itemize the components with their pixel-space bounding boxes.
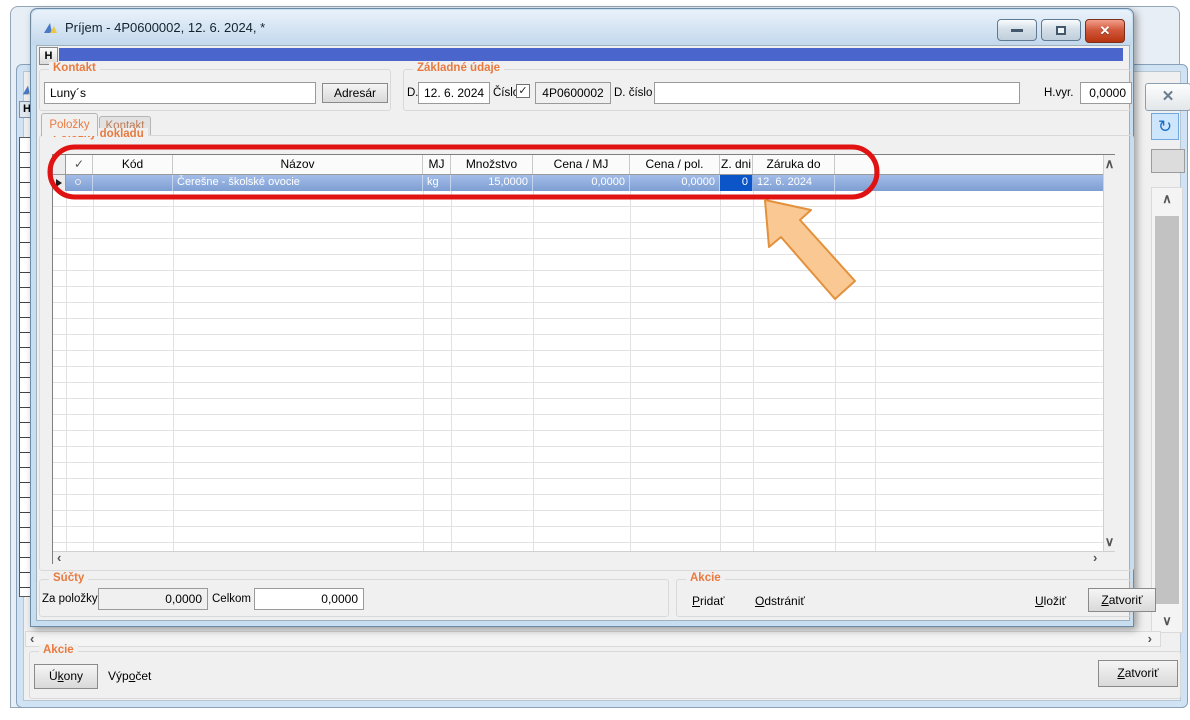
scroll-up-icon[interactable]: ∧ xyxy=(1152,192,1182,206)
cislo-checkbox[interactable]: ✓ xyxy=(516,84,530,98)
toolbar-strip xyxy=(59,48,1123,61)
header-z-dni[interactable]: Z. dni xyxy=(720,155,753,174)
scroll-down-icon[interactable]: ∨ xyxy=(1104,535,1115,549)
window-controls: ✕ xyxy=(997,19,1125,43)
celkom-label: Celkom xyxy=(212,593,251,605)
cell-cena-mj[interactable]: 0,0000 xyxy=(533,175,630,191)
cell-mnozstvo[interactable]: 15,0000 xyxy=(451,175,533,191)
sucty-group: Súčty Za položky Celkom xyxy=(39,579,669,617)
date-input[interactable] xyxy=(418,82,490,104)
group-label: Súčty xyxy=(49,572,88,584)
adresar-button[interactable]: Adresár xyxy=(322,83,388,103)
background-vertical-scrollbar[interactable]: ∧ ∨ xyxy=(1151,187,1183,633)
title-bar: Príjem - 4P0600002, 12. 6. 2024, * xyxy=(32,10,1132,45)
group-label: Akcie xyxy=(686,572,725,584)
background-horizontal-scrollbar[interactable]: ‹ › xyxy=(25,631,1161,647)
cell-mj[interactable]: kg xyxy=(423,175,451,191)
zakladne-udaje-group: Základné údaje D. Číslo ✓ D. číslo H.vyr… xyxy=(403,69,1131,111)
hvyr-label: H.vyr. xyxy=(1044,87,1073,99)
ulozit-button[interactable]: Uložiť xyxy=(1035,594,1066,608)
ukony-button[interactable]: Úkony xyxy=(34,664,98,689)
hvyr-input[interactable] xyxy=(1080,82,1132,104)
background-zatvorit-button[interactable]: Zatvoriť xyxy=(1098,660,1178,687)
background-close-icon[interactable]: ✕ xyxy=(1145,83,1190,111)
scroll-right-icon[interactable]: › xyxy=(1093,551,1097,565)
dialog-icon xyxy=(42,20,58,36)
empty-rows-area xyxy=(53,191,1103,551)
vypocet-button[interactable]: Výpočet xyxy=(108,669,151,683)
kontakt-group: Kontakt Adresár xyxy=(39,69,391,111)
scroll-down-icon[interactable]: ∨ xyxy=(1152,614,1182,628)
background-akcie-group: Akcie Úkony Výpočet Zatvoriť xyxy=(29,651,1181,699)
header-indicator xyxy=(53,155,66,174)
table-row[interactable]: Čerešne - školské ovocie kg 15,0000 0,00… xyxy=(53,175,1103,191)
minimize-button[interactable] xyxy=(997,19,1037,41)
celkom-input[interactable] xyxy=(254,588,364,610)
header-cena-pol[interactable]: Cena / pol. xyxy=(630,155,720,174)
header-cena-mj[interactable]: Cena / MJ xyxy=(533,155,630,174)
table-horizontal-scrollbar[interactable]: ‹ › xyxy=(53,551,1115,564)
close-button[interactable]: ✕ xyxy=(1085,19,1125,43)
maximize-button[interactable] xyxy=(1041,19,1081,41)
pridat-button[interactable]: Pridať xyxy=(692,594,725,608)
scroll-up-icon[interactable]: ∧ xyxy=(1104,157,1115,171)
header-kod[interactable]: Kód xyxy=(93,155,173,174)
close-icon: ✕ xyxy=(1100,23,1111,39)
za-polozky-label: Za položky xyxy=(42,593,98,605)
header-nazov[interactable]: Názov xyxy=(173,155,423,174)
d-cislo-input[interactable] xyxy=(654,82,1020,104)
cell-cena-pol[interactable]: 0,0000 xyxy=(630,175,720,191)
header-extra xyxy=(835,155,875,174)
header-zaruka-do[interactable]: Záruka do xyxy=(753,155,835,174)
header-mj[interactable]: MJ xyxy=(423,155,451,174)
akcie-group: Akcie Pridať Odstrániť Uložiť Zatvoriť xyxy=(676,579,1131,617)
scroll-left-icon[interactable]: ‹ xyxy=(57,551,61,565)
group-label: Akcie xyxy=(39,644,78,656)
cislo-input[interactable] xyxy=(535,82,611,104)
tab-polozky[interactable]: Položky xyxy=(41,113,98,136)
table-header-row: ✓ Kód Názov MJ Množstvo Cena / MJ Cena /… xyxy=(53,155,1103,175)
d-cislo-label: D. číslo xyxy=(614,87,652,99)
refresh-icon[interactable]: ↻ xyxy=(1151,113,1179,140)
cell-z-dni-selected[interactable]: 0 xyxy=(720,175,753,191)
table-vertical-scrollbar[interactable]: ∧ ∨ xyxy=(1103,155,1115,551)
scrollbar-thumb[interactable] xyxy=(1155,216,1179,604)
cell-zaruka-do[interactable]: 12. 6. 2024 xyxy=(753,175,835,191)
kontakt-input[interactable] xyxy=(44,82,316,104)
screenshot-root: H ✕ ↻ ∧ ∨ ‹ › Akcie Úkony Výpočet Zatvor… xyxy=(0,0,1190,720)
cell-nazov[interactable]: Čerešne - školské ovocie xyxy=(173,175,423,191)
zatvorit-button[interactable]: Zatvoriť xyxy=(1088,588,1156,612)
cell-kod[interactable] xyxy=(93,175,173,191)
polozky-dokladu-group: Položky dokladu ✓ Kód Názov MJ Množstvo … xyxy=(39,135,1134,571)
scroll-left-icon[interactable]: ‹ xyxy=(30,632,34,646)
background-toolbar-button[interactable] xyxy=(1151,149,1185,173)
prijem-dialog: Príjem - 4P0600002, 12. 6. 2024, * ✕ H K… xyxy=(30,8,1134,627)
window-title: Príjem - 4P0600002, 12. 6. 2024, * xyxy=(65,20,265,35)
row-indicator-icon xyxy=(53,175,66,191)
maximize-icon xyxy=(1056,26,1066,35)
header-mnozstvo[interactable]: Množstvo xyxy=(451,155,533,174)
row-check-icon[interactable] xyxy=(66,175,93,191)
za-polozky-input[interactable] xyxy=(98,588,208,610)
group-label: Kontakt xyxy=(49,62,100,74)
d-label: D. xyxy=(407,87,419,99)
header-check[interactable]: ✓ xyxy=(66,155,93,174)
scroll-right-icon[interactable]: › xyxy=(1148,632,1152,646)
items-table: ✓ Kód Názov MJ Množstvo Cena / MJ Cena /… xyxy=(52,154,1115,564)
odstranit-button[interactable]: Odstrániť xyxy=(755,594,805,608)
minimize-icon xyxy=(1011,29,1023,32)
group-label: Základné údaje xyxy=(413,62,504,74)
